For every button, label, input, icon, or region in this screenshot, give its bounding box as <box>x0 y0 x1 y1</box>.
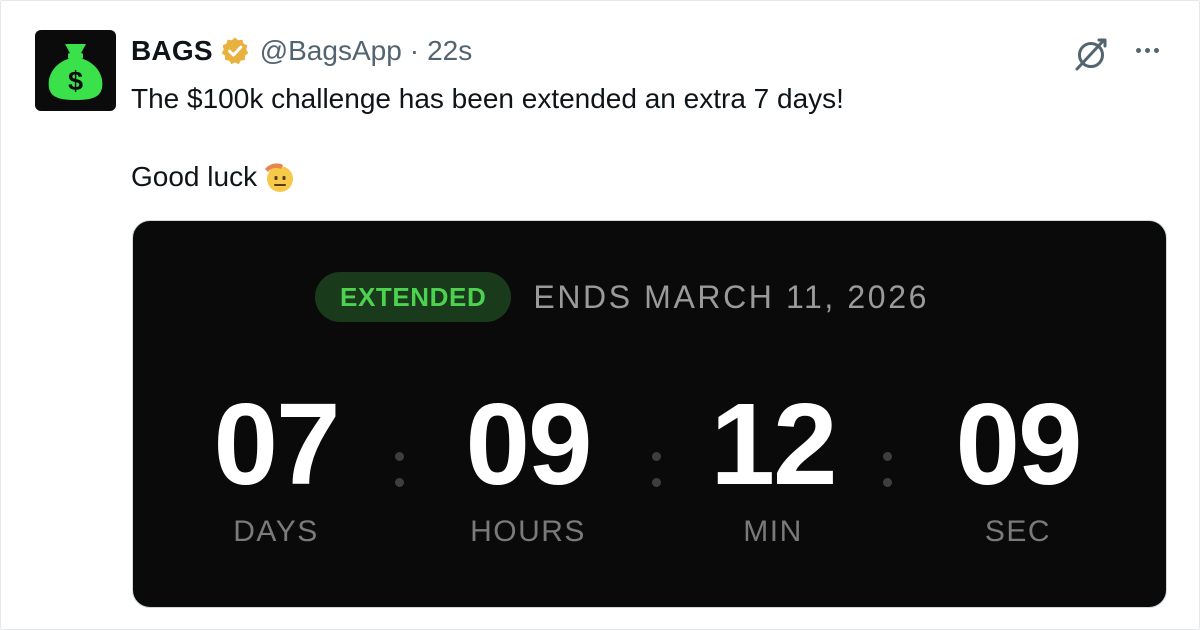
minutes-value: 12 <box>710 379 837 509</box>
seconds-label: SEC <box>984 515 1052 548</box>
more-icon-dot <box>1153 47 1159 53</box>
timestamp[interactable]: 22s <box>427 35 472 67</box>
hours-value: 09 <box>465 379 592 509</box>
colon-separator <box>395 452 405 504</box>
days-label: DAYS <box>233 515 319 548</box>
days-value: 07 <box>213 379 340 509</box>
saluting-face-emoji-icon <box>265 163 294 192</box>
verified-badge-icon[interactable] <box>220 36 250 66</box>
grok-icon <box>1075 38 1107 71</box>
separator-dot: · <box>409 35 420 66</box>
hours-label: HOURS <box>470 515 586 548</box>
avatar-dollar-glyph: $ <box>68 66 83 96</box>
countdown-minutes: 12 MIN <box>673 386 873 549</box>
countdown-seconds: 09 SEC <box>918 386 1118 549</box>
author-handle[interactable]: @BagsApp <box>260 35 402 67</box>
colon-separator <box>652 452 662 504</box>
grok-button[interactable] <box>1072 35 1110 73</box>
end-date-text: ENDS MARCH 11, 2026 <box>533 278 929 315</box>
more-button[interactable] <box>1129 38 1165 62</box>
money-bag-icon: $ <box>48 44 103 100</box>
more-icon-dot <box>1144 47 1150 53</box>
avatar[interactable]: $ <box>35 30 116 111</box>
tweet-text-line2: Good luck <box>131 156 296 198</box>
countdown-days: 07 DAYS <box>176 386 376 549</box>
tweet-text-line1: The $100k challenge has been extended an… <box>131 83 844 114</box>
author-name[interactable]: BAGS <box>131 35 213 67</box>
status-row: EXTENDED ENDS MARCH 11, 2026 <box>315 271 929 323</box>
countdown-card[interactable]: EXTENDED ENDS MARCH 11, 2026 07 DAYS 09 … <box>132 220 1167 608</box>
colon-separator <box>883 452 893 504</box>
more-icon-dot <box>1135 47 1141 53</box>
seconds-value: 09 <box>955 379 1082 509</box>
tweet-text-good-luck: Good luck <box>131 161 258 192</box>
extended-badge: EXTENDED <box>315 272 512 322</box>
tweet-header: BAGS @BagsApp · 22s <box>131 33 472 69</box>
minutes-label: MIN <box>743 515 803 548</box>
countdown-hours: 09 HOURS <box>428 386 628 549</box>
